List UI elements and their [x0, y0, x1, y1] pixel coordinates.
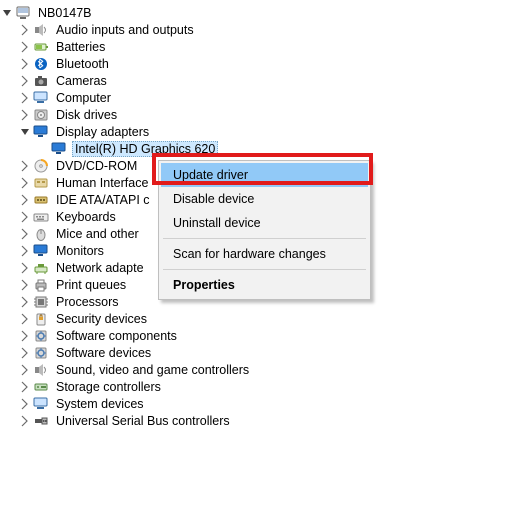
tree-node-row[interactable]: Security devices	[0, 310, 520, 327]
chevron-right-icon[interactable]	[18, 395, 32, 412]
chevron-right-icon[interactable]	[18, 361, 32, 378]
tree-root-row[interactable]: NB0147B	[0, 4, 520, 21]
dvd-icon	[32, 158, 50, 174]
ide-icon	[32, 192, 50, 208]
tree-node-row[interactable]: System devices	[0, 395, 520, 412]
tree-node-label: Mice and other	[54, 227, 141, 241]
tree-node-row[interactable]: Storage controllers	[0, 378, 520, 395]
chevron-right-icon[interactable]	[18, 72, 32, 89]
chevron-right-icon[interactable]	[18, 157, 32, 174]
tree-node-label: Disk drives	[54, 108, 119, 122]
menu-separator	[163, 238, 366, 239]
chevron-right-icon[interactable]	[18, 38, 32, 55]
chevron-right-icon[interactable]	[18, 412, 32, 429]
softcomp-icon	[32, 328, 50, 344]
tree-node-label: Batteries	[54, 40, 107, 54]
tree-node-row[interactable]: Universal Serial Bus controllers	[0, 412, 520, 429]
tree-node-row[interactable]: Cameras	[0, 72, 520, 89]
tree-node-label: Sound, video and game controllers	[54, 363, 251, 377]
tree-node-label: Processors	[54, 295, 121, 309]
tree-node-label: Cameras	[54, 74, 109, 88]
chevron-right-icon[interactable]	[18, 378, 32, 395]
cpu-icon	[32, 294, 50, 310]
tree-node-label: Bluetooth	[54, 57, 111, 71]
tree-node-label: Software devices	[54, 346, 153, 360]
tree-node-row[interactable]: Audio inputs and outputs	[0, 21, 520, 38]
printer-icon	[32, 277, 50, 293]
sound-icon	[32, 362, 50, 378]
battery-icon	[32, 39, 50, 55]
tree-node-label: Display adapters	[54, 125, 151, 139]
display-icon	[50, 141, 68, 157]
chevron-right-icon[interactable]	[18, 174, 32, 191]
chevron-right-icon[interactable]	[18, 293, 32, 310]
chevron-right-icon[interactable]	[18, 191, 32, 208]
system-icon	[32, 396, 50, 412]
menu-uninstall-device[interactable]: Uninstall device	[161, 211, 368, 235]
tree-node-row[interactable]: Display adapters	[0, 123, 520, 140]
tree-node-label: Intel(R) HD Graphics 620	[72, 141, 218, 157]
chevron-down-icon[interactable]	[0, 4, 14, 21]
audio-icon	[32, 22, 50, 38]
keyboard-icon	[32, 209, 50, 225]
chevron-right-icon[interactable]	[18, 89, 32, 106]
tree-node-label: Security devices	[54, 312, 149, 326]
context-menu[interactable]: Update driver Disable device Uninstall d…	[158, 160, 371, 300]
tree-child-row[interactable]: Intel(R) HD Graphics 620	[0, 140, 520, 157]
menu-disable-device[interactable]: Disable device	[161, 187, 368, 211]
tree-node-row[interactable]: Disk drives	[0, 106, 520, 123]
chevron-right-icon[interactable]	[18, 327, 32, 344]
chevron-right-icon[interactable]	[18, 208, 32, 225]
tree-node-row[interactable]: Sound, video and game controllers	[0, 361, 520, 378]
camera-icon	[32, 73, 50, 89]
tree-node-label: Universal Serial Bus controllers	[54, 414, 232, 428]
security-icon	[32, 311, 50, 327]
chevron-right-icon[interactable]	[18, 276, 32, 293]
menu-update-driver[interactable]: Update driver	[161, 163, 368, 187]
bluetooth-icon	[32, 56, 50, 72]
storage-icon	[32, 379, 50, 395]
menu-scan-hardware-changes[interactable]: Scan for hardware changes	[161, 242, 368, 266]
tree-node-label: Network adapte	[54, 261, 146, 275]
chevron-down-icon[interactable]	[18, 123, 32, 140]
monitor-icon	[32, 243, 50, 259]
softdev-icon	[32, 345, 50, 361]
tree-node-row[interactable]: Computer	[0, 89, 520, 106]
chevron-right-icon[interactable]	[18, 55, 32, 72]
tree-root-label: NB0147B	[36, 6, 94, 20]
root-computer-icon	[14, 5, 32, 21]
display-icon	[32, 124, 50, 140]
tree-leaf-toggle[interactable]	[36, 140, 50, 157]
tree-node-label: Storage controllers	[54, 380, 163, 394]
tree-node-label: Human Interface	[54, 176, 150, 190]
chevron-right-icon[interactable]	[18, 310, 32, 327]
chevron-right-icon[interactable]	[18, 106, 32, 123]
disk-icon	[32, 107, 50, 123]
tree-node-row[interactable]: Software devices	[0, 344, 520, 361]
menu-separator	[163, 269, 366, 270]
tree-node-label: Software components	[54, 329, 179, 343]
chevron-right-icon[interactable]	[18, 344, 32, 361]
tree-node-label: DVD/CD-ROM	[54, 159, 139, 173]
menu-properties[interactable]: Properties	[161, 273, 368, 297]
chevron-right-icon[interactable]	[18, 21, 32, 38]
tree-node-label: Audio inputs and outputs	[54, 23, 196, 37]
chevron-right-icon[interactable]	[18, 259, 32, 276]
tree-node-label: Keyboards	[54, 210, 118, 224]
tree-node-label: Monitors	[54, 244, 106, 258]
tree-node-label: Computer	[54, 91, 113, 105]
tree-node-label: IDE ATA/ATAPI c	[54, 193, 152, 207]
tree-node-row[interactable]: Software components	[0, 327, 520, 344]
usb-icon	[32, 413, 50, 429]
mouse-icon	[32, 226, 50, 242]
hid-icon	[32, 175, 50, 191]
chevron-right-icon[interactable]	[18, 225, 32, 242]
tree-node-row[interactable]: Bluetooth	[0, 55, 520, 72]
network-icon	[32, 260, 50, 276]
tree-node-row[interactable]: Batteries	[0, 38, 520, 55]
tree-node-label: Print queues	[54, 278, 128, 292]
tree-node-label: System devices	[54, 397, 146, 411]
chevron-right-icon[interactable]	[18, 242, 32, 259]
computer-icon	[32, 90, 50, 106]
